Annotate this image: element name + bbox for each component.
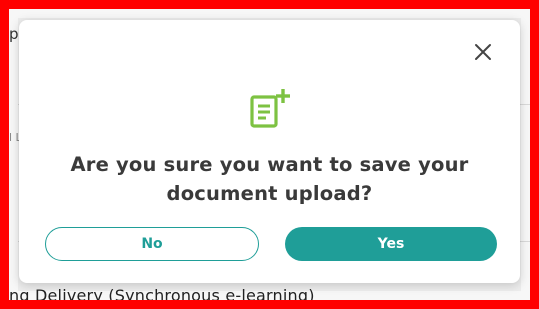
document-add-icon [250, 89, 290, 128]
yes-button[interactable]: Yes [285, 227, 497, 261]
no-button[interactable]: No [45, 227, 259, 261]
confirm-question: Are you sure you want to save your docum… [70, 153, 469, 205]
confirm-dialog: Are you sure you want to save your docum… [19, 20, 520, 283]
close-icon [475, 44, 491, 60]
chevron-icon: ‹ [532, 159, 538, 175]
close-button[interactable] [472, 41, 494, 63]
